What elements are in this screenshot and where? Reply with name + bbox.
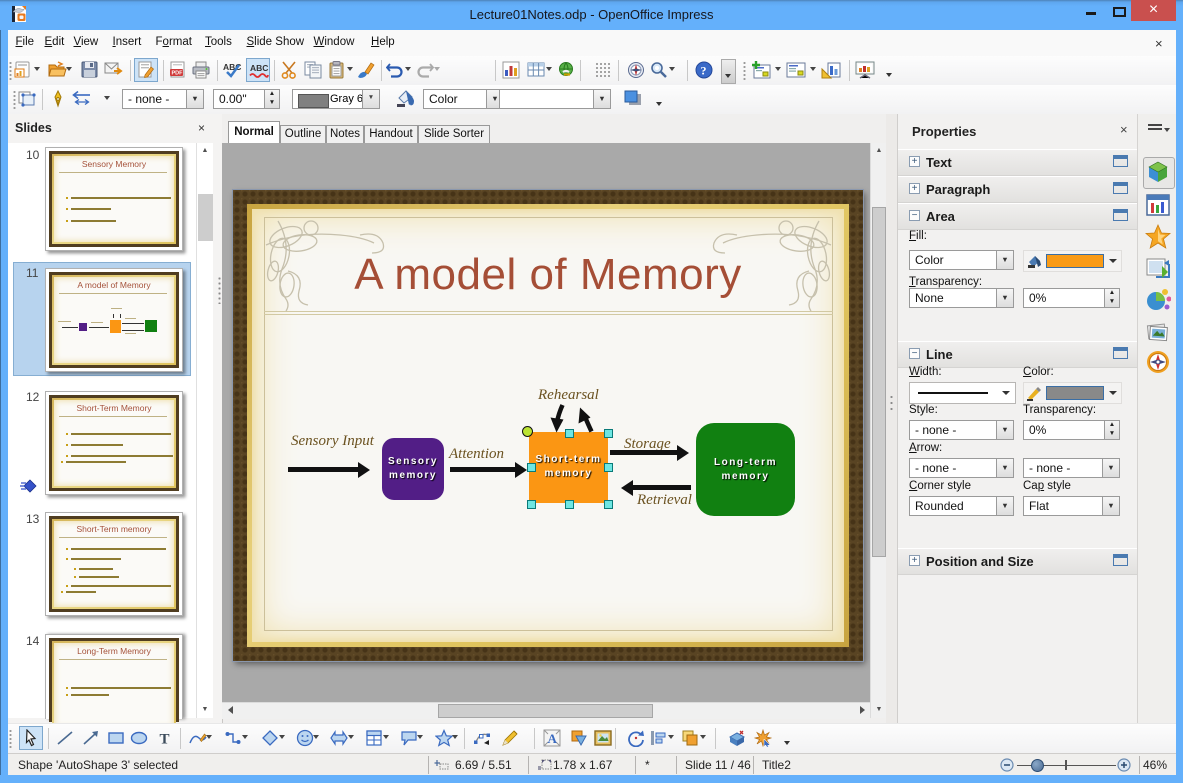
svg-text:PDF: PDF: [172, 71, 184, 77]
svg-text:ABC: ABC: [250, 63, 268, 73]
svg-text:T: T: [160, 732, 170, 748]
svg-text:?: ?: [701, 64, 707, 78]
svg-text:A: A: [548, 731, 558, 746]
